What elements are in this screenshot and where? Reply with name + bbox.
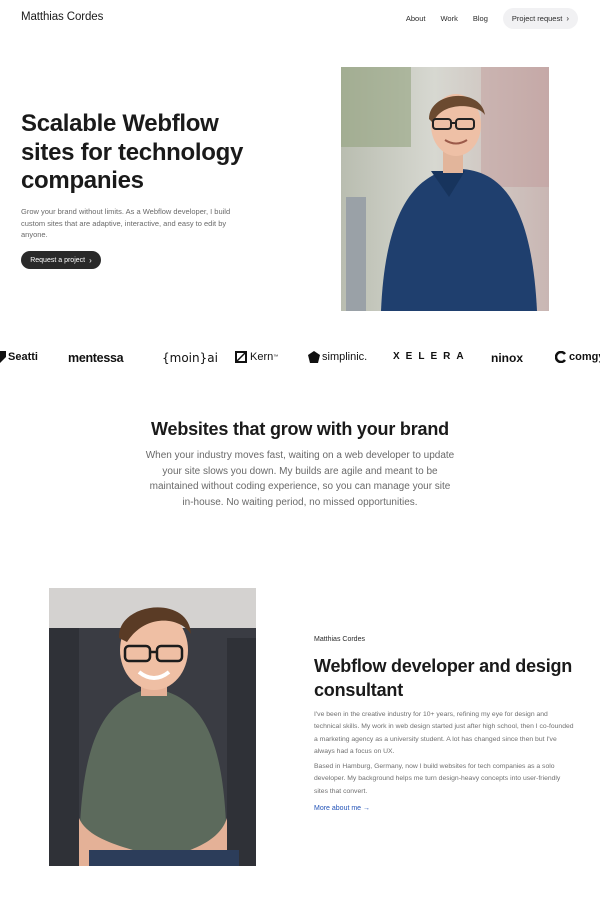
chevron-right-icon: › [89, 255, 92, 265]
project-request-label: Project request [511, 14, 563, 23]
hero-subtitle: Grow your brand without limits. As a Web… [21, 207, 231, 239]
nav-link-about[interactable]: About [406, 14, 426, 23]
comgy-mark-icon [555, 351, 566, 363]
hero-title: Scalable Webflow sites for technology co… [21, 110, 244, 194]
logo-moinai: {moin}ai [162, 351, 218, 365]
about-eyebrow: Matthias Cordes [314, 636, 365, 643]
hero-portrait-photo [341, 67, 549, 311]
brand-logo[interactable]: Matthias Cordes [21, 11, 103, 23]
about-paragraph-1: I've been in the creative industry for 1… [314, 711, 574, 755]
portrait-illustration [341, 67, 549, 311]
logo-ninox: ninox [491, 351, 523, 365]
logo-kern: Kern ™ [235, 351, 278, 363]
seatti-mark-icon [0, 351, 6, 363]
about-paragraph-2: Based in Hamburg, Germany, now I build w… [314, 763, 561, 795]
chevron-right-icon: › [566, 13, 569, 23]
about-title: Webflow developer and design consultant [314, 656, 573, 700]
more-about-me-link[interactable]: More about me → [314, 805, 370, 812]
logo-mentessa: mentessa [68, 351, 124, 365]
nav-links: About Work Blog Project request › [406, 8, 578, 29]
simplinic-mark-icon [308, 351, 320, 363]
logo-xelera: XELERA [393, 351, 470, 362]
client-logos-strip: Seatti mentessa {moin}ai Kern ™ simplinic… [0, 344, 600, 374]
section-body: When your industry moves fast, waiting o… [145, 450, 455, 508]
nav-link-work[interactable]: Work [440, 14, 457, 23]
about-portrait-illustration [49, 588, 256, 866]
project-request-button[interactable]: Project request › [502, 8, 578, 29]
logo-comgy: comgy [555, 351, 600, 363]
top-nav: Matthias Cordes About Work Blog Project … [0, 0, 600, 36]
nav-link-blog[interactable]: Blog [473, 14, 488, 23]
logo-seatti: Seatti [0, 351, 38, 363]
kern-mark-icon [235, 351, 247, 363]
section-title: Websites that grow with your brand [151, 419, 449, 439]
request-project-button[interactable]: Request a project › [21, 251, 101, 269]
logo-simplinic: simplinic. [308, 351, 367, 363]
about-portrait-photo [49, 588, 256, 866]
request-project-label: Request a project [30, 256, 86, 264]
